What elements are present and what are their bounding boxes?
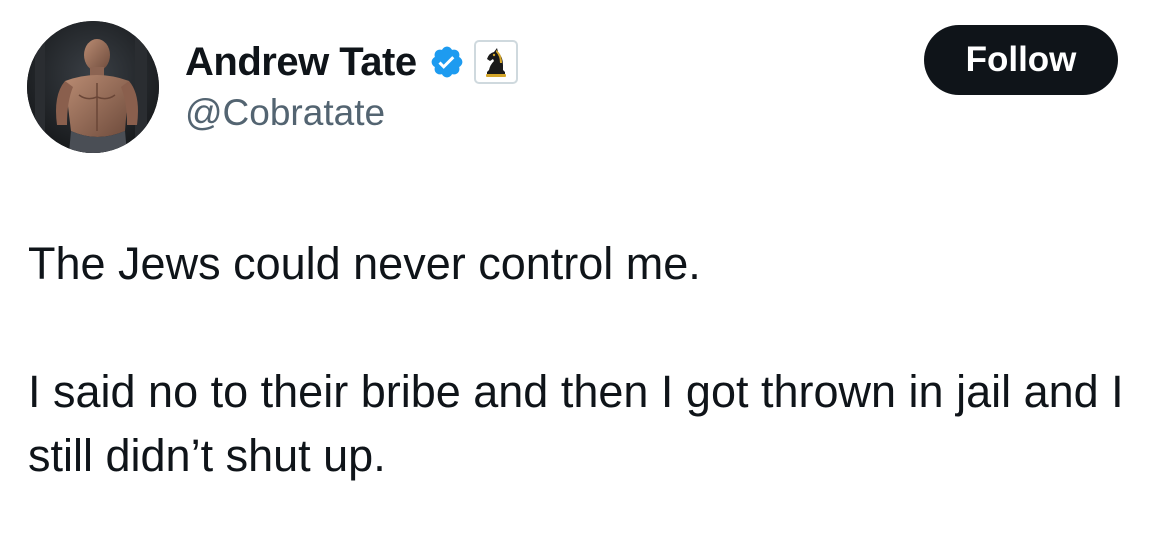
- tweet-paragraph: I said no to their bribe and then I got …: [28, 366, 1124, 481]
- chess-knight-icon[interactable]: [473, 40, 518, 84]
- tweet-card: Andrew Tate @Cobratate Follow The Jews c…: [0, 0, 1170, 546]
- author-name-row: Andrew Tate: [185, 36, 518, 88]
- follow-button[interactable]: Follow: [924, 25, 1118, 95]
- tweet-text: The Jews could never control me. I said …: [28, 232, 1138, 488]
- author-handle[interactable]: @Cobratate: [185, 92, 385, 134]
- avatar[interactable]: [27, 21, 159, 153]
- avatar-image: [27, 21, 159, 153]
- verified-badge-icon[interactable]: [429, 44, 465, 80]
- display-name[interactable]: Andrew Tate: [185, 40, 417, 85]
- tweet-paragraph: The Jews could never control me.: [28, 238, 701, 289]
